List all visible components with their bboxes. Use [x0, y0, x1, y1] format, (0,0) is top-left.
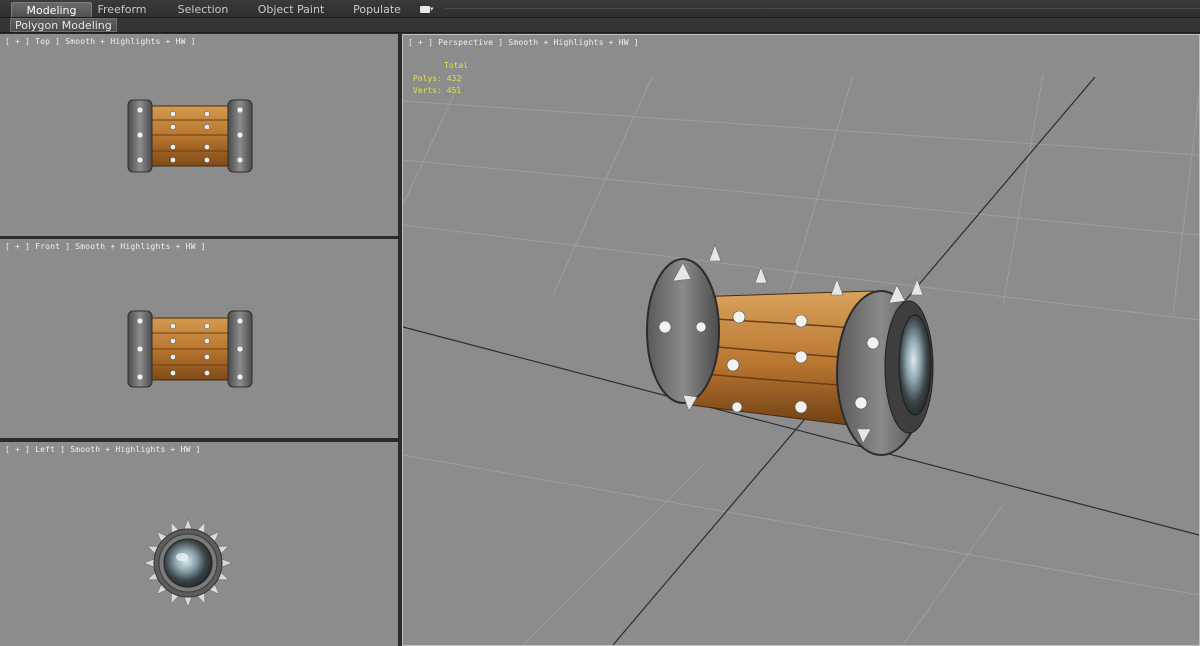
stats-verts: Verts: 451 [413, 86, 462, 95]
viewport-front[interactable]: [ + ] Front ] Smooth + Highlights + HW ] [0, 239, 398, 438]
tab-object-paint[interactable]: Object Paint [255, 2, 327, 17]
viewport-statistics: Total Polys: 432 Verts: 451 [413, 60, 468, 98]
barrel-perspective [646, 244, 934, 456]
stats-polys: Polys: 432 [413, 73, 462, 83]
ribbon-divider [445, 8, 1200, 9]
polygon-modeling-button[interactable]: Polygon Modeling [10, 18, 117, 32]
chevron-down-icon: ▾ [430, 5, 434, 13]
stats-total-label: Total [444, 61, 469, 70]
perspective-scene [403, 74, 1199, 645]
viewport-label-perspective[interactable]: [ + ] Perspective ] Smooth + Highlights … [408, 38, 639, 47]
barrel-top-view [127, 99, 253, 173]
ribbon-options-dropdown[interactable]: ▾ [420, 4, 438, 14]
viewport-top[interactable]: [ + ] Top ] Smooth + Highlights + HW ] [0, 34, 398, 236]
barrel-left-view [143, 518, 233, 608]
tab-freeform[interactable]: Freeform [92, 2, 152, 17]
ribbon-panel-bar: Polygon Modeling [0, 18, 1200, 33]
tab-modeling[interactable]: Modeling [11, 2, 92, 17]
barrel-front-view [127, 310, 253, 388]
viewport-perspective[interactable]: [ + ] Perspective ] Smooth + Highlights … [402, 34, 1200, 646]
viewport-left[interactable]: [ + ] Left ] Smooth + Highlights + HW ] [0, 442, 398, 646]
display-icon [420, 5, 430, 13]
tab-populate[interactable]: Populate [348, 2, 406, 17]
ribbon-tab-bar: Modeling Freeform Selection Object Paint… [0, 0, 1200, 18]
tab-selection[interactable]: Selection [172, 2, 234, 17]
